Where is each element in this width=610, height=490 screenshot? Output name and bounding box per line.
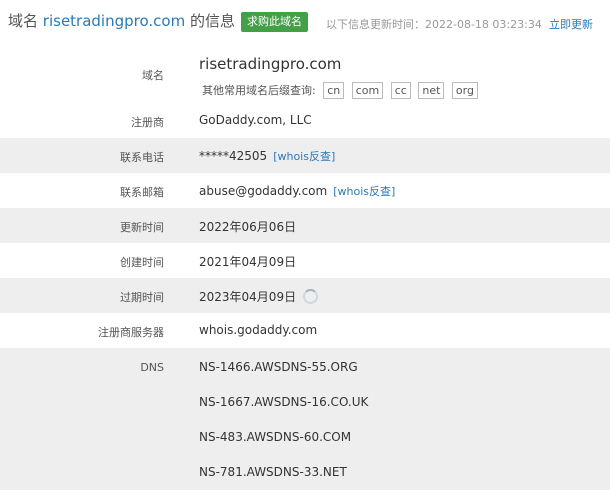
row-expires: 过期时间 2023年04月09日: [0, 278, 610, 313]
title-suffix: 的信息: [190, 12, 236, 30]
label-created: 创建时间: [120, 256, 164, 269]
email-whois-link[interactable]: [whois反查]: [333, 185, 395, 198]
label-registrar: 注册商: [131, 116, 164, 129]
update-now-link[interactable]: 立即更新: [549, 16, 593, 32]
page-header: 域名 risetradingpro.com 的信息 求购此域名 以下信息更新时间…: [0, 0, 610, 44]
suffix-cc-link[interactable]: cc: [390, 82, 411, 99]
dns-server: NS-781.AWSDNS-33.NET: [199, 465, 347, 479]
value-updated: 2022年06月06日: [199, 220, 297, 234]
expires-text: 2023年04月09日: [199, 290, 297, 304]
label-email: 联系邮箱: [120, 186, 164, 199]
row-created: 创建时间 2021年04月09日: [0, 243, 610, 278]
row-whois-server: 注册商服务器 whois.godaddy.com: [0, 313, 610, 348]
refresh-spinner-icon: [303, 289, 319, 304]
row-phone: 联系电话 *****42505 [whois反查]: [0, 138, 610, 173]
value-registrar: GoDaddy.com, LLC: [199, 113, 312, 127]
email-text: abuse@godaddy.com: [199, 184, 328, 198]
suffix-net-link[interactable]: net: [418, 82, 445, 99]
suffix-com-link[interactable]: com: [351, 82, 384, 99]
label-whois-server: 注册商服务器: [98, 326, 164, 339]
label-phone: 联系电话: [120, 151, 164, 164]
buy-domain-button[interactable]: 求购此域名: [241, 12, 308, 32]
row-domain: 域名 risetradingpro.com 其他常用域名后缀查询: cn com…: [0, 44, 610, 103]
suffix-cn-link[interactable]: cn: [323, 82, 345, 99]
phone-whois-link[interactable]: [whois反查]: [273, 150, 335, 163]
dns-server: NS-1667.AWSDNS-16.CO.UK: [199, 395, 369, 409]
value-phone: *****42505 [whois反查]: [199, 148, 335, 164]
update-time-label: 以下信息更新时间：2022-08-18 03:23:34: [326, 18, 542, 31]
dns-server: NS-1466.AWSDNS-55.ORG: [199, 360, 358, 374]
row-dns: DNS NS-1466.AWSDNS-55.ORG NS-1667.AWSDNS…: [0, 348, 610, 490]
title-prefix: 域名: [8, 12, 39, 30]
label-domain: 域名: [142, 69, 164, 82]
value-created: 2021年04月09日: [199, 255, 297, 269]
phone-text: *****42505: [199, 149, 268, 163]
label-expires: 过期时间: [120, 291, 164, 304]
row-updated: 更新时间 2022年06月06日: [0, 208, 610, 243]
title-domain-link[interactable]: risetradingpro.com: [43, 12, 185, 30]
dns-server: NS-483.AWSDNS-60.COM: [199, 430, 352, 444]
page-title: 域名 risetradingpro.com 的信息: [8, 10, 235, 31]
suffix-org-link[interactable]: org: [451, 82, 478, 99]
value-email: abuse@godaddy.com [whois反查]: [199, 183, 395, 199]
whois-table: 域名 risetradingpro.com 其他常用域名后缀查询: cn com…: [0, 44, 610, 490]
value-domain: risetradingpro.com: [199, 55, 342, 73]
row-email: 联系邮箱 abuse@godaddy.com [whois反查]: [0, 173, 610, 208]
label-updated: 更新时间: [120, 221, 164, 234]
label-dns: DNS: [140, 361, 164, 374]
suffix-query-label: 其他常用域名后缀查询:: [202, 84, 316, 97]
row-registrar: 注册商 GoDaddy.com, LLC: [0, 103, 610, 138]
value-expires: 2023年04月09日: [199, 288, 319, 305]
suffix-query: 其他常用域名后缀查询: cn com cc net org: [202, 82, 478, 99]
value-whois-server: whois.godaddy.com: [199, 323, 318, 337]
